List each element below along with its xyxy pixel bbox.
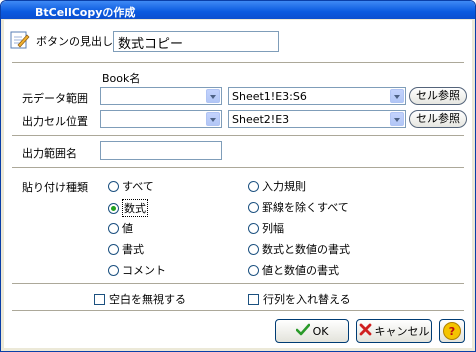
cancel-button[interactable]: キャンセル — [356, 319, 432, 343]
radio-circle[interactable] — [248, 243, 259, 255]
radio-circle[interactable] — [248, 201, 259, 213]
book-column-header: Book名 — [102, 72, 141, 85]
help-button[interactable]: ? — [439, 319, 465, 343]
paste-type-label: 貼り付け種類 — [22, 181, 88, 194]
source-cell-ref-button[interactable]: セル参照 — [409, 87, 467, 105]
divider — [12, 62, 464, 63]
radio-paste-all-except-borders[interactable]: 罫線を除くすべて — [248, 199, 349, 215]
radio-paste-all[interactable]: すべて — [108, 178, 154, 194]
checkbox-box[interactable] — [94, 293, 105, 305]
chevron-down-icon[interactable] — [390, 89, 404, 103]
radio-circle[interactable] — [248, 180, 259, 192]
divider — [12, 167, 464, 168]
radio-circle[interactable] — [248, 222, 259, 234]
check-icon — [295, 323, 310, 339]
radio-paste-formats[interactable]: 書式 — [108, 241, 144, 257]
heading-label: ボタンの見出し — [36, 35, 113, 48]
output-range-select[interactable]: Sheet2!E3 — [228, 110, 406, 128]
transpose-checkbox[interactable]: 行列を入れ替える — [248, 291, 351, 307]
source-range-label: 元データ範囲 — [22, 92, 88, 105]
skip-blanks-checkbox[interactable]: 空白を無視する — [94, 291, 186, 307]
radio-paste-validation[interactable]: 入力規則 — [248, 178, 306, 194]
output-range-name-input[interactable] — [100, 141, 222, 160]
radio-paste-values-number-formats[interactable]: 値と数値の書式 — [248, 262, 339, 278]
radio-paste-column-widths[interactable]: 列幅 — [248, 220, 284, 236]
radio-paste-values[interactable]: 値 — [108, 220, 133, 236]
window-title: BtCellCopyの作成 — [35, 6, 136, 19]
radio-circle-selected[interactable] — [108, 202, 119, 214]
checkbox-box[interactable] — [248, 293, 259, 305]
pencil-note-icon — [10, 30, 30, 50]
radio-paste-formulas-number-formats[interactable]: 数式と数値の書式 — [248, 241, 350, 257]
help-icon: ? — [443, 322, 461, 340]
source-book-select[interactable] — [100, 87, 222, 105]
radio-circle[interactable] — [108, 243, 119, 255]
dialog-window: BtCellCopyの作成 ボタンの見出し 数式コピー Book名 元データ範囲… — [0, 0, 476, 352]
dialog-client-area: ボタンの見出し 数式コピー Book名 元データ範囲 Sheet1!E3:S6 … — [4, 20, 472, 348]
divider — [12, 310, 464, 311]
divider — [12, 135, 464, 136]
radio-circle[interactable] — [108, 222, 119, 234]
radio-paste-formula[interactable]: 数式 — [108, 199, 148, 217]
chevron-down-icon[interactable] — [206, 112, 220, 126]
output-range-name-label: 出力範囲名 — [22, 147, 77, 160]
divider — [12, 283, 464, 284]
source-range-select[interactable]: Sheet1!E3:S6 — [228, 87, 406, 105]
chevron-down-icon[interactable] — [206, 89, 220, 103]
output-book-select[interactable] — [100, 110, 222, 128]
radio-circle[interactable] — [248, 264, 259, 276]
radio-circle[interactable] — [108, 180, 119, 192]
chevron-down-icon[interactable] — [390, 112, 404, 126]
title-bar[interactable]: BtCellCopyの作成 — [1, 1, 475, 19]
ok-button[interactable]: OK — [275, 319, 349, 343]
radio-paste-comments[interactable]: コメント — [108, 262, 166, 278]
output-cell-label: 出力セル位置 — [22, 115, 88, 128]
radio-circle[interactable] — [108, 264, 119, 276]
heading-input[interactable]: 数式コピー — [113, 31, 279, 52]
output-cell-ref-button[interactable]: セル参照 — [409, 110, 467, 128]
close-icon — [359, 323, 372, 339]
